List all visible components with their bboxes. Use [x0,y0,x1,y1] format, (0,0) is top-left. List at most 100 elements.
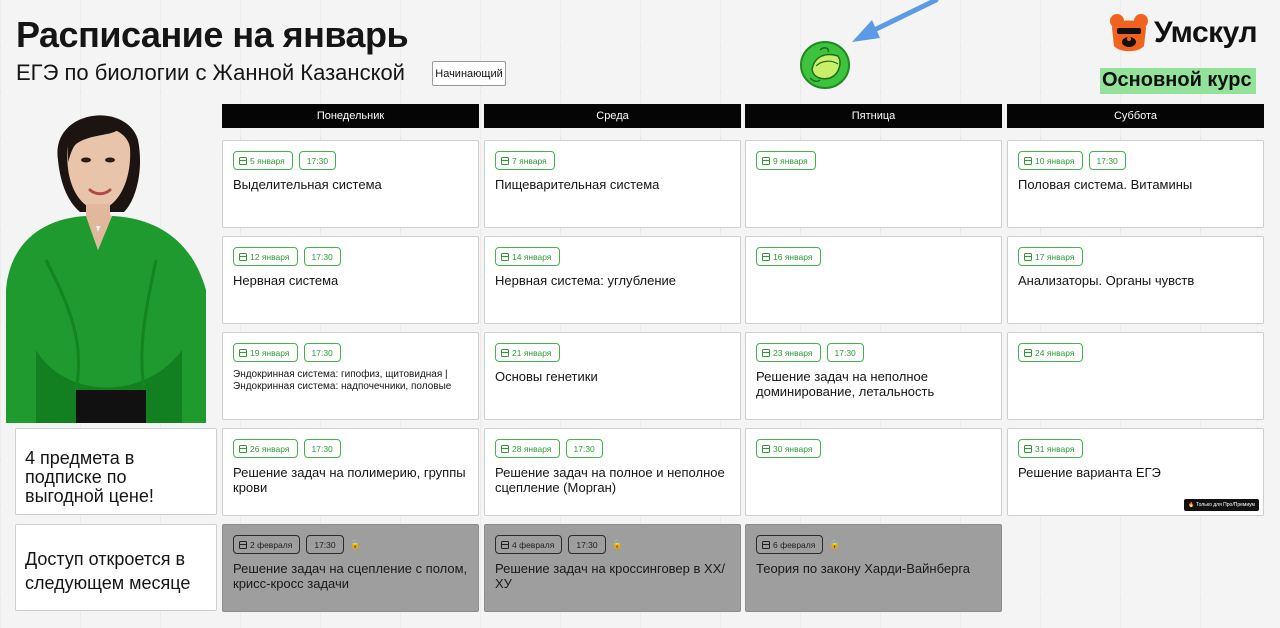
date-text: 6 февраля [773,539,816,550]
lesson-chips: 14 января [495,247,560,266]
date-chip: 19 января [233,343,298,362]
lesson-card[interactable]: 23 января 17:30 Решение задач на неполное … [745,332,1002,420]
lesson-card[interactable]: 14 января Нервная система: углубление [484,236,741,324]
lock-icon: 🔒 [349,539,361,549]
lesson-title: Половая система. Витамины [1018,177,1193,192]
subscription-promo[interactable]: 4 предмета в подписке по выгодной цене! [15,428,217,515]
arrow-icon [852,0,939,42]
lesson-card[interactable]: 28 января 17:30 Решение задач на полное и … [484,428,741,516]
lesson-title: Решение задач на полное и неполное сцепл… [495,465,725,495]
lesson-card[interactable]: 7 января Пищеварительная система [484,140,741,228]
date-chip: 24 января [1018,343,1083,362]
date-text: 30 января [773,443,813,454]
time-chip: 17:30 [565,439,603,458]
time-chip: 17:30 [306,535,344,554]
access-text: Доступ откроется в следующем месяце [25,549,191,593]
lesson-card[interactable]: 26 января 17:30 Решение задач на полимерию… [222,428,479,516]
lesson-card[interactable]: 9 января [745,140,1002,228]
lesson-card[interactable]: 24 января [1007,332,1264,420]
date-chip: 4 февраля [495,535,563,554]
lesson-card-locked[interactable]: 2 февраля 17:30 🔒 Решение задач на сцеплени… [222,524,479,612]
lesson-card-locked[interactable]: 4 февраля 17:30 🔒 Решение задач на кроссинг… [484,524,741,612]
calendar-icon [762,444,770,453]
tennis-ball-icon [800,41,850,89]
lesson-card[interactable]: 31 января Решение варианта ЕГЭ 🔥 Только дл… [1007,428,1264,516]
lesson-chips: 10 января 17:30 [1018,151,1126,170]
date-text: 21 января [512,347,552,358]
course-label: Основной курс [1100,68,1256,94]
calendar-icon [501,156,509,165]
level-badge: Начинающий [432,61,506,86]
lesson-title: Нервная система: углубление [495,273,677,288]
calendar-icon [239,156,247,165]
lesson-card[interactable]: 19 января 17:30 Эндокринная система: гипоф… [222,332,479,420]
lesson-chips: 9 января [756,151,816,170]
calendar-icon [762,156,770,165]
lesson-card[interactable]: 21 января Основы генетики [484,332,741,420]
lesson-chips: 12 января 17:30 [233,247,341,266]
lesson-chips: 2 февраля 17:30 🔒 [233,535,361,554]
date-chip: 23 января [756,343,821,362]
date-chip: 28 января [495,439,560,458]
date-text: 23 января [773,347,813,358]
day-header-wednesday: Среда [484,104,741,128]
calendar-icon [501,540,509,549]
calendar-icon [239,252,247,261]
date-text: 7 января [512,155,547,166]
lesson-chips: 28 января 17:30 [495,439,603,458]
lesson-card[interactable]: 12 января 17:30 Нервная система [222,236,479,324]
date-text: 19 января [250,347,290,358]
brand-logo[interactable]: Умскул [1108,12,1258,54]
lock-icon: 🔒 [611,539,623,549]
calendar-icon [239,348,247,357]
promo-text: 4 предмета в подписке по выгодной цене! [25,448,154,506]
time-chip: 17:30 [303,343,341,362]
lesson-title: Пищеварительная система [495,177,660,192]
lesson-chips: 16 января [756,247,821,266]
date-text: 16 января [773,251,813,262]
lesson-chips: 31 января [1018,439,1083,458]
lesson-chips: 21 января [495,343,560,362]
date-chip: 7 января [495,151,555,170]
calendar-icon [501,252,509,261]
lesson-chips: 23 января 17:30 [756,343,864,362]
date-text: 17 января [1035,251,1075,262]
date-chip: 21 января [495,343,560,362]
date-chip: 2 февраля [233,535,301,554]
lesson-card[interactable]: 16 января [745,236,1002,324]
date-chip: 14 января [495,247,560,266]
lesson-chips: 5 января 17:30 [233,151,337,170]
lesson-chips: 24 января [1018,343,1083,362]
lesson-title: Нервная система [233,273,339,288]
lesson-card[interactable]: 30 января [745,428,1002,516]
date-text: 5 января [250,155,285,166]
lesson-chips: 4 февраля 17:30 🔒 [495,535,623,554]
page-subtitle: ЕГЭ по биологии с Жанной Казанской [16,60,405,85]
date-chip: 12 января [233,247,298,266]
calendar-icon [762,540,770,549]
calendar-icon [1024,348,1032,357]
date-text: 28 января [512,443,552,454]
lesson-card[interactable]: 10 января 17:30 Половая система. Витамины [1007,140,1264,228]
lesson-title: Основы генетики [495,369,598,384]
bear-logo-icon [1110,14,1148,52]
lesson-card-locked[interactable]: 6 февраля 🔒 Теория по закону Харди-Вайнбер… [745,524,1002,612]
date-chip: 16 января [756,247,821,266]
date-chip: 6 февраля [756,535,824,554]
date-text: 10 января [1035,155,1075,166]
calendar-icon [1024,252,1032,261]
lesson-chips: 30 января [756,439,821,458]
date-text: 2 февраля [250,539,293,550]
lesson-title: Решение задач на неполное доминирование,… [756,369,935,399]
lesson-card[interactable]: 5 января 17:30 Выделительная система [222,140,479,228]
date-chip: 5 января [233,151,293,170]
lesson-title: Анализаторы. Органы чувств [1018,273,1195,288]
calendar-icon [1024,444,1032,453]
day-header-saturday: Суббота [1007,104,1264,128]
lesson-title: Выделительная система [233,177,382,192]
premium-only-badge: 🔥 Только для Про/Премиум [1184,499,1259,511]
lesson-card[interactable]: 17 января Анализаторы. Органы чувств [1007,236,1264,324]
date-chip: 31 января [1018,439,1083,458]
lesson-title: Решение задач на кроссинговер в ХХ/ХУ [495,561,725,591]
date-text: 31 января [1035,443,1075,454]
